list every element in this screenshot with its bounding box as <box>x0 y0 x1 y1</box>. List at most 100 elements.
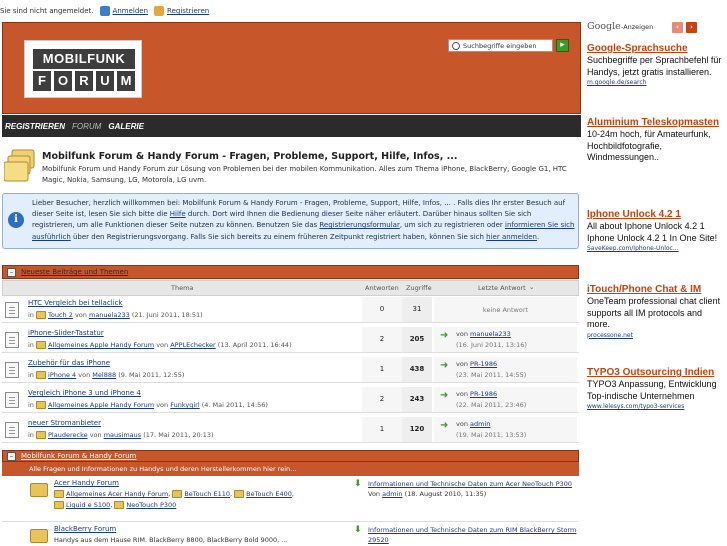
thread-title-link[interactable]: Vergleich iPhone 3 und iPhone 4 <box>28 389 141 397</box>
ad-url[interactable]: processone.net <box>587 331 725 340</box>
login-here-link[interactable]: hier anmelden <box>486 233 537 241</box>
ad-title[interactable]: Iphone Unlock 4.2 1 <box>587 209 725 221</box>
go-to-post-arrow-icon[interactable]: ➜ <box>440 421 452 431</box>
thread-forum-link[interactable]: Allgemeines Apple Handy Forum <box>48 401 154 409</box>
ad-body: OneTeam professional chat client support… <box>587 296 721 329</box>
thread-author-link[interactable]: APPLEchecker <box>170 341 215 349</box>
meta-von: Von <box>368 490 381 498</box>
meta-in: in <box>28 371 34 379</box>
thread-date: (21. Juni 2011, 18:51) <box>131 311 203 319</box>
meta-von: von <box>156 341 169 349</box>
thread-title-link[interactable]: neuer Stromanbieter <box>28 419 101 427</box>
last-post-author-link[interactable]: admin <box>382 490 402 498</box>
last-reply-author-link[interactable]: admin <box>470 420 490 428</box>
ad-item[interactable]: Aluminium Teleskopmasten 10-24m hoch, fü… <box>587 117 725 164</box>
subforum-link[interactable]: Liquid e S100 <box>66 501 110 509</box>
meta-von: von <box>156 401 169 409</box>
last-reply-by: von PR-1986 <box>456 360 497 368</box>
ad-item[interactable]: iTouch/Phone Chat & IM OneTeam professio… <box>587 284 725 340</box>
thread-title-link[interactable]: Zubehör für das iPhone <box>28 359 110 367</box>
thread-author-link[interactable]: mausimaus <box>104 431 141 439</box>
last-reply-date: (19. Mai 2011, 13:53) <box>456 431 527 439</box>
col-replies[interactable]: Antworten <box>365 284 399 292</box>
welcome-text-part: , um sich zu registrieren oder <box>399 221 505 230</box>
arrow-down-icon[interactable]: ⬇ <box>354 525 362 535</box>
board-title-link[interactable]: BlackBerry Forum <box>54 525 116 533</box>
site-logo[interactable]: MOBILFUNK F O R U M <box>24 40 142 98</box>
reply-count: 1 <box>362 357 402 382</box>
latest-posts-link[interactable]: Neueste Beiträge und Themen <box>21 268 128 276</box>
help-link[interactable]: Hilfe <box>170 210 186 218</box>
category-title-link[interactable]: Mobilfunk Forum & Handy Forum <box>21 452 136 460</box>
last-reply-date: (23. Mai 2011, 14:55) <box>456 371 527 379</box>
last-reply-author-link[interactable]: PR-1986 <box>470 360 497 368</box>
last-post-text: Informationen und Technische Daten zum A… <box>368 479 578 499</box>
ads-next-icon[interactable]: › <box>686 22 697 33</box>
ad-title[interactable]: Aluminium Teleskopmasten <box>587 117 725 129</box>
ad-url[interactable]: m.google.de/search <box>587 78 725 87</box>
thread-forum-link[interactable]: iPhone 4 <box>48 371 76 379</box>
board-title-link[interactable]: Acer Handy Forum <box>54 479 119 487</box>
arrow-down-icon[interactable]: ⬇ <box>354 479 362 489</box>
logo-letter: R <box>75 71 93 91</box>
go-to-post-arrow-icon[interactable]: ➜ <box>440 391 452 401</box>
last-reply-author-link[interactable]: manuela233 <box>470 330 511 338</box>
folder-icon <box>36 341 47 349</box>
go-to-post-arrow-icon[interactable]: ➜ <box>440 361 452 371</box>
last-reply-by: von admin <box>456 420 490 428</box>
view-count: 243 <box>402 387 432 412</box>
ad-title[interactable]: Google-Sprachsuche <box>587 43 725 55</box>
ad-title[interactable]: iTouch/Phone Chat & IM <box>587 284 725 296</box>
folder-icon <box>234 490 245 498</box>
subforum-link[interactable]: NeoTouch P300 <box>126 501 176 509</box>
thread-author-link[interactable]: Mel888 <box>92 371 116 379</box>
register-link[interactable]: Registrieren <box>167 7 209 15</box>
nav-item-register[interactable]: REGISTRIEREN <box>5 122 65 131</box>
meta-von: von <box>456 420 468 428</box>
search-submit-button[interactable]: ▸ <box>556 39 569 52</box>
thread-author-link[interactable]: manuela233 <box>89 311 130 319</box>
last-post-link[interactable]: Informationen und Technische Daten zum R… <box>368 526 576 544</box>
last-post-date: (18. August 2010, 11:35) <box>404 490 487 498</box>
ad-item[interactable]: Google-Sprachsuche Suchbegriffe per Spra… <box>587 43 725 87</box>
col-last-reply[interactable]: Letzte Antwort <box>478 284 526 292</box>
ad-url[interactable]: www.lelesys.com/typo3-services <box>587 402 725 411</box>
thread-author-link[interactable]: Funkygirl <box>170 401 199 409</box>
search-input[interactable]: Suchbegriffe eingeben <box>448 39 553 52</box>
last-reply-author-link[interactable]: PR-1986 <box>470 390 497 398</box>
go-to-post-arrow-icon[interactable]: ➜ <box>440 331 452 341</box>
nav-item-gallery[interactable]: GALERIE <box>108 122 144 131</box>
ad-item[interactable]: Iphone Unlock 4.2 1 All about Iphone Unl… <box>587 209 725 253</box>
ad-url[interactable]: SaveKeep.com/Iphone-Unloc... <box>587 244 725 253</box>
thread-title-link[interactable]: iPhone-Slider-Tastatur <box>28 329 104 337</box>
sort-down-icon[interactable]: ⌄ <box>529 283 534 291</box>
table-row: Zubehör für das iPhone in iPhone 4 von M… <box>2 357 579 383</box>
ad-title[interactable]: TYPO3 Outsourcing Indien <box>587 367 725 379</box>
registration-form-link[interactable]: Registrierungsformular <box>319 221 399 229</box>
reply-count: 1 <box>362 417 402 442</box>
collapse-toggle-icon[interactable]: – <box>7 267 16 277</box>
welcome-notice: i Lieber Besucher, herzlich willkommen b… <box>2 193 579 249</box>
category-description: Alle Fragen und Informationen zu Handys … <box>2 462 579 476</box>
board-category-header: – Mobilfunk Forum & Handy Forum <box>2 450 579 462</box>
col-views[interactable]: Zugriffe <box>406 284 432 292</box>
subforum-link[interactable]: BeTouch E400 <box>246 490 292 498</box>
ads-prev-icon[interactable]: ‹ <box>672 22 683 33</box>
collapse-toggle-icon[interactable]: – <box>7 451 16 461</box>
subforum-link[interactable]: BeTouch E110 <box>184 490 230 498</box>
thread-forum-link[interactable]: Allgemeines Apple Handy Forum <box>48 341 154 349</box>
col-topic[interactable]: Thema <box>171 284 193 292</box>
board-folder-icon <box>30 529 48 543</box>
thread-forum-link[interactable]: Touch 2 <box>48 311 73 319</box>
thread-forum-link[interactable]: Plauderecke <box>48 431 88 439</box>
nav-item-forum[interactable]: FORUM <box>72 122 101 131</box>
last-post-link[interactable]: Informationen und Technische Daten zum A… <box>368 480 572 488</box>
ad-item[interactable]: TYPO3 Outsourcing Indien TYPO3 Anpassung… <box>587 367 725 411</box>
login-status-text: Sie sind nicht angemeldet. <box>0 7 94 15</box>
thread-title-link[interactable]: HTC Vergleich bei tellaclick <box>28 299 123 307</box>
thread-icon <box>5 302 19 318</box>
subforum-link[interactable]: Allgemeines Acer Handy Forum <box>66 490 168 498</box>
login-link[interactable]: Anmelden <box>113 7 148 15</box>
folder-icon <box>172 490 183 498</box>
register-icon <box>154 6 165 16</box>
